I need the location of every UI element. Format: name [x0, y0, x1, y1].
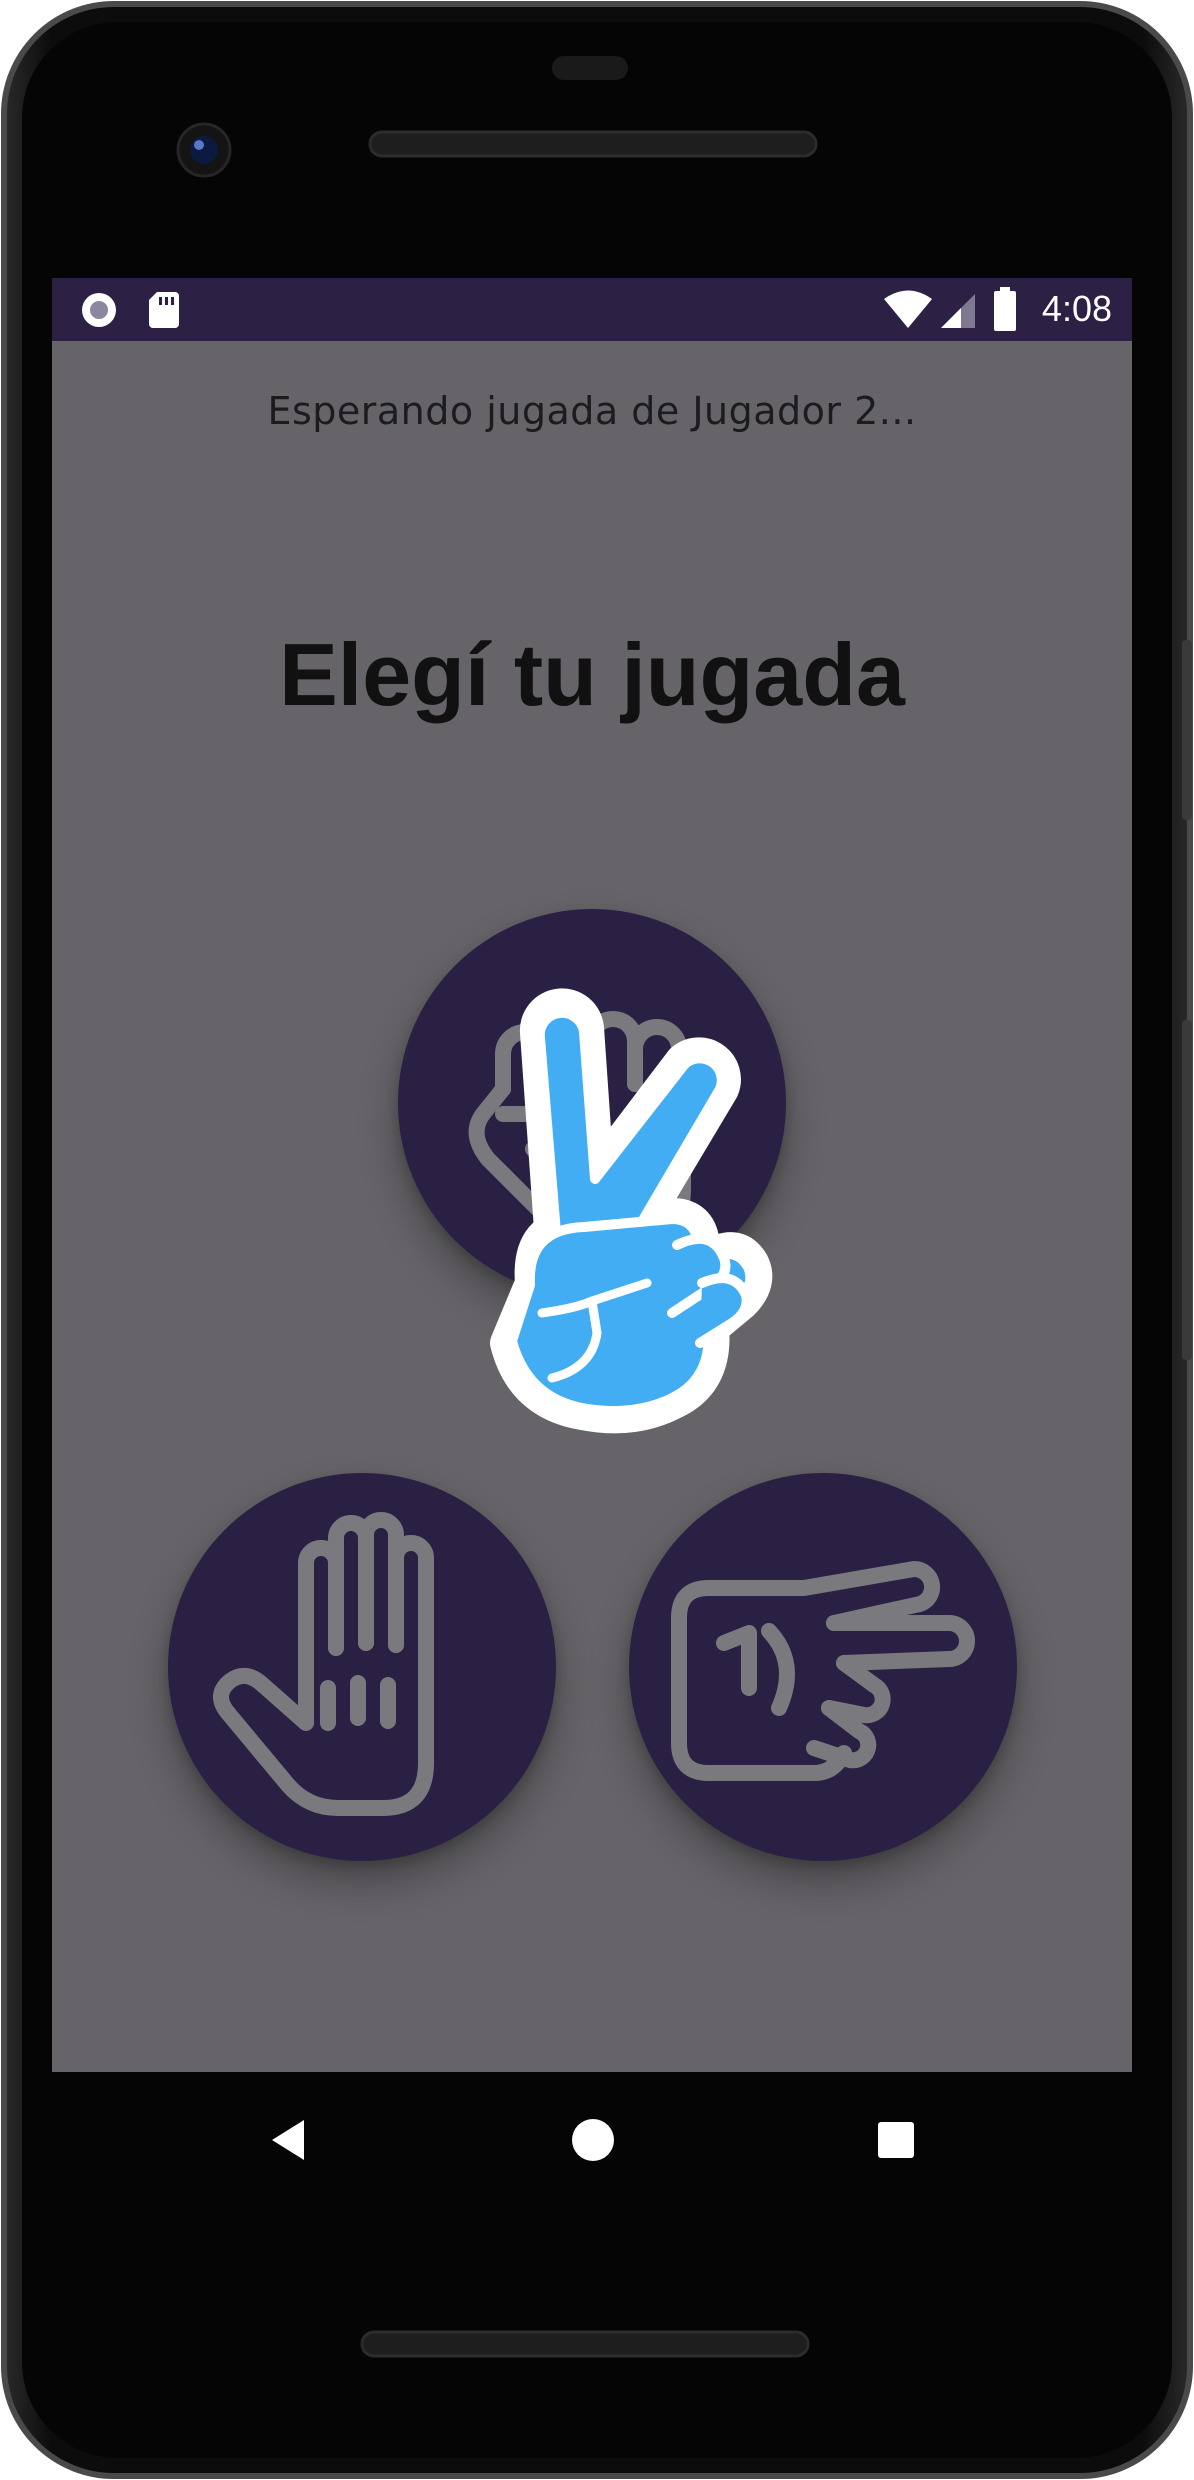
recording-icon — [82, 293, 116, 327]
scissors-hand-icon — [671, 1560, 975, 1781]
scissors-button[interactable] — [629, 1473, 1017, 1861]
cell-signal-icon — [941, 294, 975, 328]
recents-icon[interactable] — [876, 2120, 916, 2160]
home-icon[interactable] — [571, 2118, 615, 2162]
paper-button[interactable] — [168, 1473, 556, 1861]
peace-hand-icon — [490, 988, 773, 1434]
open-hand-icon — [213, 1512, 434, 1816]
back-icon[interactable] — [268, 2116, 308, 2164]
app-screen: 4:08 Esperando jugada de Jugador 2... El… — [52, 278, 1132, 2072]
phone-device: 4:08 Esperando jugada de Jugador 2... El… — [0, 0, 1194, 2480]
battery-icon — [994, 287, 1016, 331]
wifi-icon — [884, 290, 932, 328]
status-time: 4:08 — [1041, 288, 1112, 329]
waiting-status-text: Esperando jugada de Jugador 2... — [267, 389, 917, 433]
sd-card-icon — [149, 292, 179, 328]
status-bar: 4:08 — [52, 278, 1132, 341]
page-title: Elegí tu jugada — [279, 625, 905, 724]
navigation-bar — [0, 2072, 1194, 2302]
